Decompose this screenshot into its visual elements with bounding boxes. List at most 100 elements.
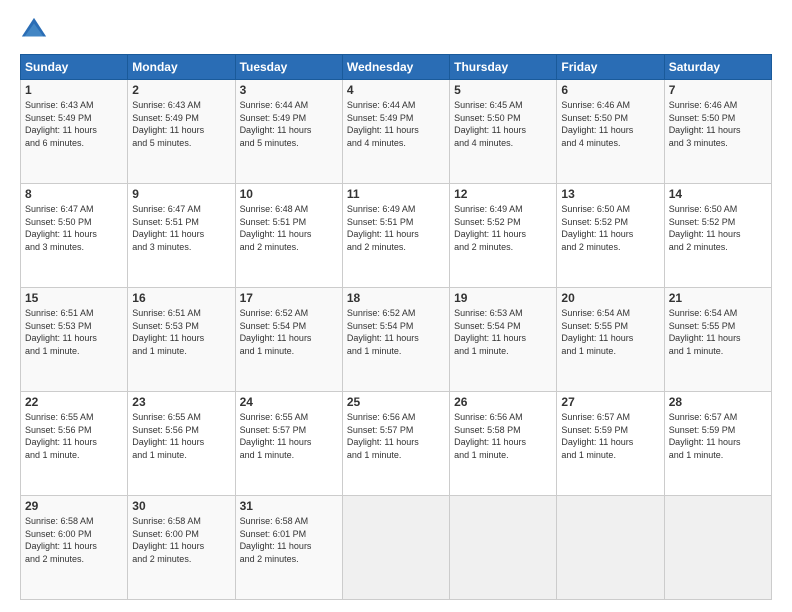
day-cell: 29 Sunrise: 6:58 AMSunset: 6:00 PMDayligh… — [21, 496, 128, 600]
day-number: 1 — [25, 83, 123, 97]
col-header-thursday: Thursday — [450, 55, 557, 80]
day-number: 13 — [561, 187, 659, 201]
day-cell: 9 Sunrise: 6:47 AMSunset: 5:51 PMDaylight… — [128, 184, 235, 288]
day-info: Sunrise: 6:58 AMSunset: 6:01 PMDaylight:… — [240, 515, 338, 565]
day-number: 10 — [240, 187, 338, 201]
day-cell: 18 Sunrise: 6:52 AMSunset: 5:54 PMDayligh… — [342, 288, 449, 392]
day-info: Sunrise: 6:57 AMSunset: 5:59 PMDaylight:… — [669, 411, 767, 461]
day-info: Sunrise: 6:46 AMSunset: 5:50 PMDaylight:… — [669, 99, 767, 149]
day-cell: 19 Sunrise: 6:53 AMSunset: 5:54 PMDayligh… — [450, 288, 557, 392]
day-cell: 21 Sunrise: 6:54 AMSunset: 5:55 PMDayligh… — [664, 288, 771, 392]
day-info: Sunrise: 6:52 AMSunset: 5:54 PMDaylight:… — [347, 307, 445, 357]
day-info: Sunrise: 6:58 AMSunset: 6:00 PMDaylight:… — [132, 515, 230, 565]
day-cell: 24 Sunrise: 6:55 AMSunset: 5:57 PMDayligh… — [235, 392, 342, 496]
day-cell: 13 Sunrise: 6:50 AMSunset: 5:52 PMDayligh… — [557, 184, 664, 288]
col-header-sunday: Sunday — [21, 55, 128, 80]
day-info: Sunrise: 6:49 AMSunset: 5:52 PMDaylight:… — [454, 203, 552, 253]
day-number: 17 — [240, 291, 338, 305]
day-number: 8 — [25, 187, 123, 201]
day-cell — [342, 496, 449, 600]
day-cell: 30 Sunrise: 6:58 AMSunset: 6:00 PMDayligh… — [128, 496, 235, 600]
day-number: 30 — [132, 499, 230, 513]
logo-icon — [20, 16, 48, 44]
day-number: 20 — [561, 291, 659, 305]
day-info: Sunrise: 6:44 AMSunset: 5:49 PMDaylight:… — [240, 99, 338, 149]
day-cell: 5 Sunrise: 6:45 AMSunset: 5:50 PMDaylight… — [450, 80, 557, 184]
day-cell: 25Sunrise: 6:56 AMSunset: 5:57 PMDayligh… — [342, 392, 449, 496]
day-number: 7 — [669, 83, 767, 97]
day-number: 28 — [669, 395, 767, 409]
header — [20, 16, 772, 44]
day-cell: 22 Sunrise: 6:55 AMSunset: 5:56 PMDayligh… — [21, 392, 128, 496]
day-number: 18 — [347, 291, 445, 305]
col-header-tuesday: Tuesday — [235, 55, 342, 80]
day-number: 22 — [25, 395, 123, 409]
day-cell: 8 Sunrise: 6:47 AMSunset: 5:50 PMDaylight… — [21, 184, 128, 288]
day-cell: 17Sunrise: 6:52 AMSunset: 5:54 PMDayligh… — [235, 288, 342, 392]
day-info: Sunrise: 6:58 AMSunset: 6:00 PMDaylight:… — [25, 515, 123, 565]
day-cell: 26 Sunrise: 6:56 AMSunset: 5:58 PMDayligh… — [450, 392, 557, 496]
week-row-5: 29 Sunrise: 6:58 AMSunset: 6:00 PMDayligh… — [21, 496, 772, 600]
day-cell: 14Sunrise: 6:50 AMSunset: 5:52 PMDayligh… — [664, 184, 771, 288]
day-info: Sunrise: 6:56 AMSunset: 5:57 PMDaylight:… — [347, 411, 445, 461]
day-cell: 10 Sunrise: 6:48 AMSunset: 5:51 PMDayligh… — [235, 184, 342, 288]
day-info: Sunrise: 6:46 AMSunset: 5:50 PMDaylight:… — [561, 99, 659, 149]
day-info: Sunrise: 6:47 AMSunset: 5:51 PMDaylight:… — [132, 203, 230, 253]
day-cell: 6 Sunrise: 6:46 AMSunset: 5:50 PMDaylight… — [557, 80, 664, 184]
day-info: Sunrise: 6:43 AMSunset: 5:49 PMDaylight:… — [25, 99, 123, 149]
day-number: 23 — [132, 395, 230, 409]
day-info: Sunrise: 6:45 AMSunset: 5:50 PMDaylight:… — [454, 99, 552, 149]
day-info: Sunrise: 6:55 AMSunset: 5:56 PMDaylight:… — [132, 411, 230, 461]
day-number: 21 — [669, 291, 767, 305]
day-info: Sunrise: 6:57 AMSunset: 5:59 PMDaylight:… — [561, 411, 659, 461]
day-number: 5 — [454, 83, 552, 97]
day-info: Sunrise: 6:54 AMSunset: 5:55 PMDaylight:… — [669, 307, 767, 357]
day-cell: 7 Sunrise: 6:46 AMSunset: 5:50 PMDaylight… — [664, 80, 771, 184]
day-info: Sunrise: 6:53 AMSunset: 5:54 PMDaylight:… — [454, 307, 552, 357]
day-info: Sunrise: 6:51 AMSunset: 5:53 PMDaylight:… — [132, 307, 230, 357]
day-number: 15 — [25, 291, 123, 305]
day-cell — [557, 496, 664, 600]
day-cell: 31 Sunrise: 6:58 AMSunset: 6:01 PMDayligh… — [235, 496, 342, 600]
day-number: 4 — [347, 83, 445, 97]
day-number: 9 — [132, 187, 230, 201]
day-cell: 28 Sunrise: 6:57 AMSunset: 5:59 PMDayligh… — [664, 392, 771, 496]
logo — [20, 16, 52, 44]
day-info: Sunrise: 6:51 AMSunset: 5:53 PMDaylight:… — [25, 307, 123, 357]
day-number: 24 — [240, 395, 338, 409]
day-number: 31 — [240, 499, 338, 513]
day-info: Sunrise: 6:56 AMSunset: 5:58 PMDaylight:… — [454, 411, 552, 461]
day-info: Sunrise: 6:47 AMSunset: 5:50 PMDaylight:… — [25, 203, 123, 253]
day-cell — [450, 496, 557, 600]
calendar-table: SundayMondayTuesdayWednesdayThursdayFrid… — [20, 54, 772, 600]
day-cell: 15 Sunrise: 6:51 AMSunset: 5:53 PMDayligh… — [21, 288, 128, 392]
col-header-monday: Monday — [128, 55, 235, 80]
week-row-4: 22 Sunrise: 6:55 AMSunset: 5:56 PMDayligh… — [21, 392, 772, 496]
day-info: Sunrise: 6:54 AMSunset: 5:55 PMDaylight:… — [561, 307, 659, 357]
day-number: 16 — [132, 291, 230, 305]
col-header-friday: Friday — [557, 55, 664, 80]
day-info: Sunrise: 6:43 AMSunset: 5:49 PMDaylight:… — [132, 99, 230, 149]
day-number: 11 — [347, 187, 445, 201]
day-info: Sunrise: 6:55 AMSunset: 5:56 PMDaylight:… — [25, 411, 123, 461]
day-info: Sunrise: 6:48 AMSunset: 5:51 PMDaylight:… — [240, 203, 338, 253]
day-cell: 12Sunrise: 6:49 AMSunset: 5:52 PMDayligh… — [450, 184, 557, 288]
day-info: Sunrise: 6:50 AMSunset: 5:52 PMDaylight:… — [669, 203, 767, 253]
col-header-wednesday: Wednesday — [342, 55, 449, 80]
day-number: 26 — [454, 395, 552, 409]
calendar-header-row: SundayMondayTuesdayWednesdayThursdayFrid… — [21, 55, 772, 80]
day-number: 6 — [561, 83, 659, 97]
day-number: 29 — [25, 499, 123, 513]
day-cell: 20 Sunrise: 6:54 AMSunset: 5:55 PMDayligh… — [557, 288, 664, 392]
day-number: 3 — [240, 83, 338, 97]
day-cell: 23 Sunrise: 6:55 AMSunset: 5:56 PMDayligh… — [128, 392, 235, 496]
week-row-1: 1 Sunrise: 6:43 AMSunset: 5:49 PMDaylight… — [21, 80, 772, 184]
page: SundayMondayTuesdayWednesdayThursdayFrid… — [0, 0, 792, 612]
day-number: 2 — [132, 83, 230, 97]
day-cell: 4Sunrise: 6:44 AMSunset: 5:49 PMDaylight… — [342, 80, 449, 184]
day-info: Sunrise: 6:55 AMSunset: 5:57 PMDaylight:… — [240, 411, 338, 461]
day-number: 19 — [454, 291, 552, 305]
day-cell: 11 Sunrise: 6:49 AMSunset: 5:51 PMDayligh… — [342, 184, 449, 288]
day-info: Sunrise: 6:50 AMSunset: 5:52 PMDaylight:… — [561, 203, 659, 253]
day-info: Sunrise: 6:49 AMSunset: 5:51 PMDaylight:… — [347, 203, 445, 253]
